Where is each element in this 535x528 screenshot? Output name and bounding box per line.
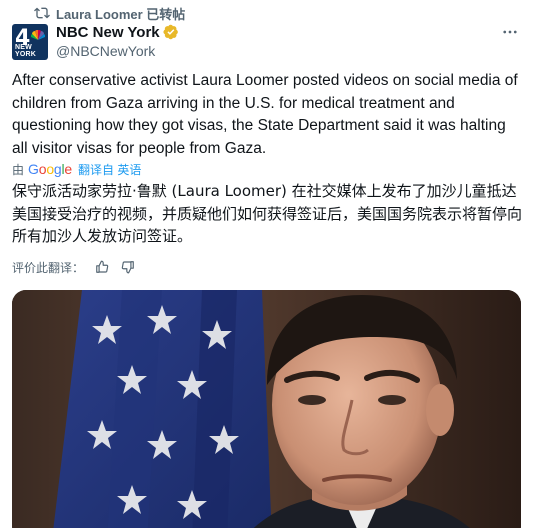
- rate-translation: 评价此翻译：: [12, 258, 136, 276]
- verified-badge-icon[interactable]: [163, 24, 179, 40]
- google-logo: Google: [28, 161, 73, 177]
- thumbs-down-icon[interactable]: [120, 259, 136, 275]
- translated-by-label: 由: [12, 162, 25, 177]
- avatar-caption: NEW YORK: [15, 44, 37, 58]
- author-avatar[interactable]: 4 NEW YORK: [12, 24, 48, 60]
- repost-label: Laura Loomer 已转帖: [56, 6, 186, 22]
- repost-icon: [34, 5, 50, 21]
- thumbs-up-icon[interactable]: [94, 259, 110, 275]
- tweet-text: After conservative activist Laura Loomer…: [12, 72, 518, 157]
- more-options-button[interactable]: [499, 22, 521, 42]
- repost-indicator[interactable]: Laura Loomer 已转帖: [34, 4, 185, 22]
- photo-man-in-front-of-flag-icon: [12, 290, 521, 528]
- author-block[interactable]: NBC New York @NBCNewYork: [56, 22, 179, 59]
- show-original-link[interactable]: 翻译自 英语: [78, 161, 141, 178]
- tweet-photo[interactable]: [12, 290, 521, 528]
- translated-text: 保守派活动家劳拉·鲁默 (Laura Loomer) 在社交媒体上发布了加沙儿童…: [12, 182, 523, 245]
- rate-translation-label: 评价此翻译：: [12, 260, 85, 275]
- peacock-logo-icon: [31, 30, 45, 40]
- author-handle[interactable]: @NBCNewYork: [56, 43, 179, 59]
- author-name[interactable]: NBC New York: [56, 24, 160, 41]
- more-horizontal-icon: [503, 30, 517, 34]
- translation-attribution: 由 Google 翻译自 英语: [12, 160, 145, 178]
